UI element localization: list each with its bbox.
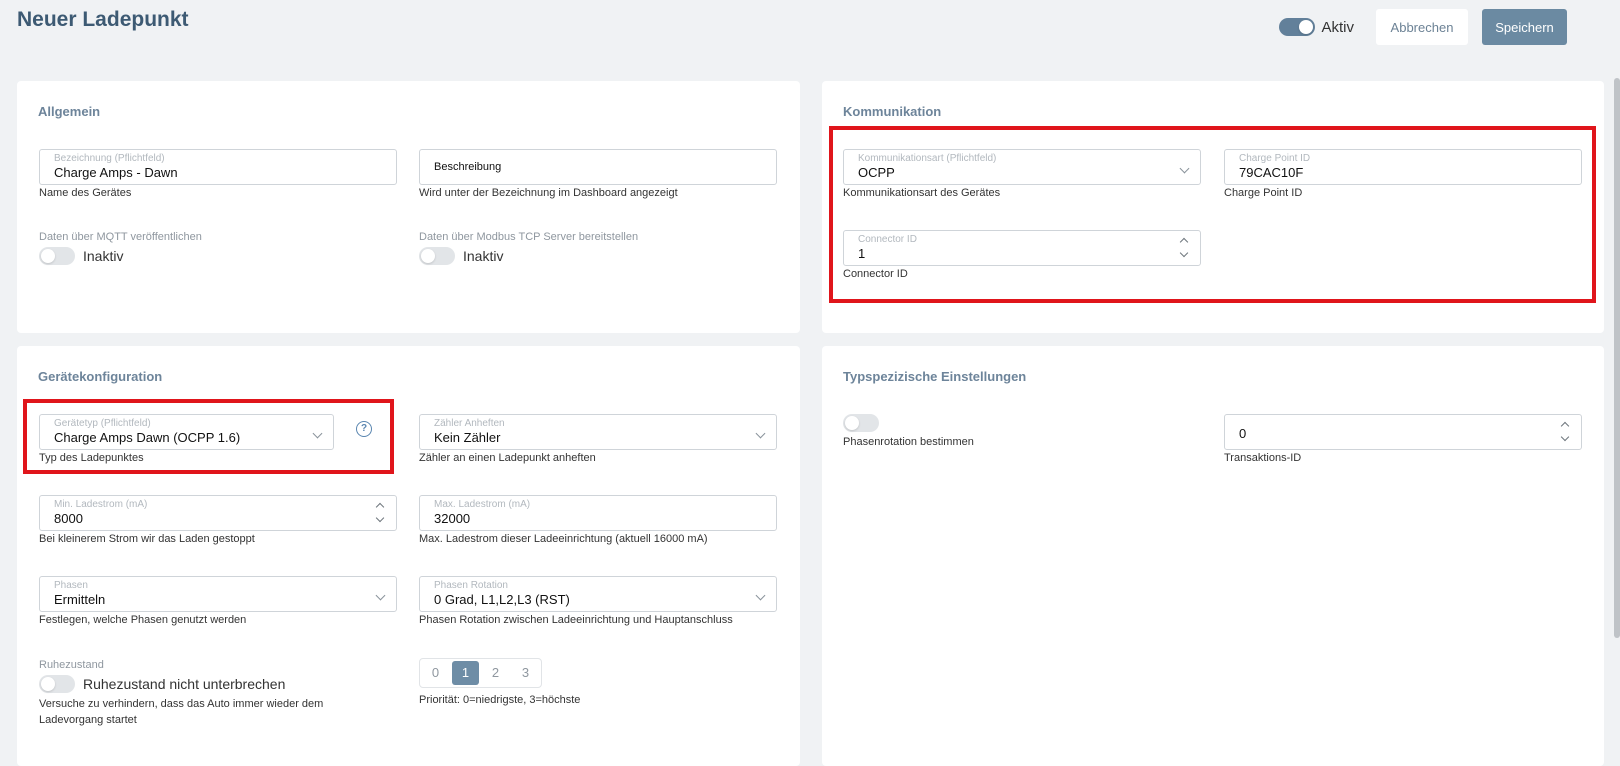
- kommunikationsart-select[interactable]: Kommunikationsart (Pflichtfeld) OCPP: [843, 149, 1201, 185]
- page-scrollbar[interactable]: [1614, 78, 1620, 638]
- phasen-rotation-label: Phasen Rotation: [434, 580, 508, 591]
- modbus-label: Daten über Modbus TCP Server bereitstell…: [419, 231, 639, 243]
- phasen-select[interactable]: Phasen Ermitteln: [39, 576, 397, 612]
- mqtt-toggle[interactable]: [39, 247, 75, 265]
- card-title-typspezifisch: Typspezizische Einstellungen: [843, 369, 1027, 384]
- mqtt-state: Inaktiv: [83, 248, 124, 264]
- zaehler-select[interactable]: Zähler Anheften Kein Zähler: [419, 414, 777, 450]
- card-title-allgemein: Allgemein: [38, 104, 101, 119]
- max-ladestrom-field[interactable]: Max. Ladestrom (mA) 32000: [419, 495, 777, 531]
- cancel-button[interactable]: Abbrechen: [1376, 9, 1468, 45]
- modbus-toggle[interactable]: [419, 247, 455, 265]
- save-button[interactable]: Speichern: [1482, 9, 1567, 45]
- beschreibung-placeholder: Beschreibung: [434, 161, 502, 173]
- active-toggle-group: Aktiv: [1279, 18, 1354, 36]
- geraetetyp-value: Charge Amps Dawn (OCPP 1.6): [54, 430, 241, 445]
- prioritaet-hint: Priorität: 0=niedrigste, 3=höchste: [419, 694, 581, 706]
- prio-option-2[interactable]: 2: [482, 661, 509, 685]
- min-ladestrom-stepper[interactable]: [375, 501, 385, 527]
- active-label: Aktiv: [1321, 18, 1354, 36]
- chevron-down-icon: [375, 513, 385, 523]
- transaktions-id-hint: Transaktions-ID: [1224, 452, 1302, 464]
- card-typspezifisch: Typspezizische Einstellungen Phasenrotat…: [822, 346, 1604, 766]
- phasenrotation-toggle-line: [843, 414, 879, 432]
- bezeichnung-value: Charge Amps - Dawn: [54, 165, 178, 180]
- chevron-down-icon: [1179, 248, 1189, 258]
- connector-id-value: 1: [858, 246, 866, 261]
- max-ladestrom-hint: Max. Ladestrom dieser Ladeeinrichtung (a…: [419, 533, 708, 545]
- ruhezustand-toggle-text: Ruhezustand nicht unterbrechen: [83, 676, 286, 692]
- ruhezustand-hint: Versuche zu verhindern, dass das Auto im…: [39, 698, 324, 726]
- chevron-down-icon: [755, 590, 766, 601]
- phasen-rotation-hint: Phasen Rotation zwischen Ladeeinrichtung…: [419, 614, 733, 626]
- min-ladestrom-value: 8000: [54, 511, 83, 526]
- kommunikationsart-label: Kommunikationsart (Pflichtfeld): [858, 153, 997, 164]
- card-title-geraetekonfiguration: Gerätekonfiguration: [38, 369, 163, 384]
- beschreibung-hint: Wird unter der Bezeichnung im Dashboard …: [419, 187, 678, 199]
- chevron-down-icon: [375, 590, 386, 601]
- charge-point-id-hint: Charge Point ID: [1224, 187, 1303, 199]
- connector-id-field[interactable]: Connector ID 1: [843, 230, 1201, 266]
- phasen-rotation-select[interactable]: Phasen Rotation 0 Grad, L1,L2,L3 (RST): [419, 576, 777, 612]
- prio-option-0[interactable]: 0: [422, 661, 449, 685]
- prio-option-3[interactable]: 3: [512, 661, 539, 685]
- chevron-down-icon: [1560, 432, 1570, 442]
- chevron-up-icon: [375, 502, 385, 512]
- geraetetyp-label: Gerätetyp (Pflichtfeld): [54, 418, 151, 429]
- zaehler-value: Kein Zähler: [434, 430, 501, 445]
- ruhezustand-label: Ruhezustand: [39, 659, 104, 671]
- min-ladestrom-hint: Bei kleinerem Strom wir das Laden gestop…: [39, 533, 255, 545]
- max-ladestrom-value: 32000: [434, 511, 471, 526]
- help-icon[interactable]: ?: [356, 421, 372, 437]
- geraetetyp-select[interactable]: Gerätetyp (Pflichtfeld) Charge Amps Dawn…: [39, 414, 334, 450]
- max-ladestrom-label: Max. Ladestrom (mA): [434, 499, 531, 510]
- phasenrotation-toggle[interactable]: [843, 414, 879, 432]
- connector-id-stepper[interactable]: [1179, 236, 1189, 262]
- phasen-rotation-value: 0 Grad, L1,L2,L3 (RST): [434, 592, 570, 607]
- min-ladestrom-field[interactable]: Min. Ladestrom (mA) 8000: [39, 495, 397, 531]
- active-toggle[interactable]: [1279, 18, 1316, 36]
- min-ladestrom-label: Min. Ladestrom (mA): [54, 499, 148, 510]
- card-kommunikation: Kommunikation Kommunikationsart (Pflicht…: [822, 81, 1604, 333]
- kommunikationsart-hint: Kommunikationsart des Gerätes: [843, 187, 1001, 199]
- connector-id-label: Connector ID: [858, 234, 917, 245]
- chevron-down-icon: [1179, 163, 1190, 174]
- page-title: Neuer Ladepunkt: [17, 8, 189, 31]
- mqtt-label: Daten über MQTT veröffentlichen: [39, 231, 202, 243]
- chevron-up-icon: [1179, 237, 1189, 247]
- mqtt-toggle-line: Inaktiv: [39, 247, 123, 265]
- header-actions: Aktiv Abbrechen Speichern: [1279, 9, 1567, 45]
- charge-point-id-field[interactable]: Charge Point ID 79CAC10F: [1224, 149, 1582, 185]
- card-allgemein: Allgemein Bezeichnung (Pflichtfeld) Char…: [17, 81, 800, 333]
- zaehler-hint: Zähler an einen Ladepunkt anheften: [419, 452, 596, 464]
- chevron-up-icon: [1560, 421, 1570, 431]
- bezeichnung-label: Bezeichnung (Pflichtfeld): [54, 153, 165, 164]
- zaehler-label: Zähler Anheften: [434, 418, 505, 429]
- ruhezustand-toggle[interactable]: [39, 675, 75, 693]
- transaktions-id-field[interactable]: 0: [1224, 414, 1582, 450]
- phasenrotation-label: Phasenrotation bestimmen: [843, 436, 974, 448]
- prioritaet-selector: 0 1 2 3: [419, 658, 542, 688]
- card-geraetekonfiguration: Gerätekonfiguration Gerätetyp (Pflichtfe…: [17, 346, 800, 766]
- phasen-label: Phasen: [54, 580, 88, 591]
- card-title-kommunikation: Kommunikation: [843, 104, 942, 119]
- geraetetyp-hint: Typ des Ladepunktes: [39, 452, 144, 464]
- bezeichnung-hint: Name des Gerätes: [39, 187, 132, 199]
- transaktions-id-value: 0: [1239, 426, 1247, 441]
- beschreibung-field[interactable]: Beschreibung: [419, 149, 777, 185]
- connector-id-hint: Connector ID: [843, 268, 908, 280]
- transaktions-id-stepper[interactable]: [1560, 420, 1570, 446]
- modbus-toggle-line: Inaktiv: [419, 247, 503, 265]
- kommunikationsart-value: OCPP: [858, 165, 895, 180]
- ruhezustand-toggle-line: Ruhezustand nicht unterbrechen: [39, 675, 285, 693]
- charge-point-id-value: 79CAC10F: [1239, 165, 1304, 180]
- phasen-hint: Festlegen, welche Phasen genutzt werden: [39, 614, 247, 626]
- charge-point-id-label: Charge Point ID: [1239, 153, 1311, 164]
- modbus-state: Inaktiv: [463, 248, 504, 264]
- chevron-down-icon: [312, 428, 323, 439]
- phasen-value: Ermitteln: [54, 592, 106, 607]
- bezeichnung-field[interactable]: Bezeichnung (Pflichtfeld) Charge Amps - …: [39, 149, 397, 185]
- chevron-down-icon: [755, 428, 766, 439]
- prio-option-1[interactable]: 1: [452, 661, 479, 685]
